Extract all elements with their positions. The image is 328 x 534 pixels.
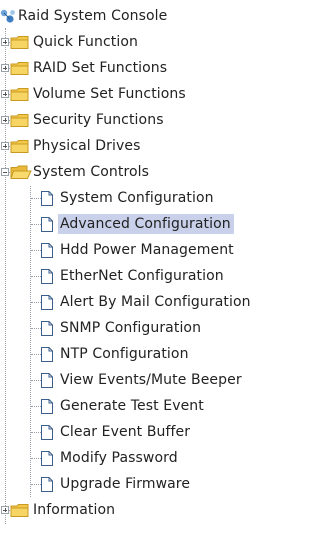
tree-item-label: Alert By Mail Configuration (60, 294, 251, 310)
folder-closed-icon (10, 62, 29, 75)
tree-item-label-selected: Advanced Configuration (58, 214, 234, 234)
folder-open-icon (10, 165, 32, 179)
tree-item-label: System Configuration (60, 190, 214, 206)
page-icon (41, 373, 53, 388)
page-icon (41, 217, 53, 232)
page-icon (41, 269, 53, 284)
tree-item-label: Clear Event Buffer (60, 424, 191, 440)
page-icon (41, 243, 53, 258)
tree-item-label: Hdd Power Management (60, 242, 234, 258)
page-icon (41, 399, 53, 414)
page-icon (41, 425, 53, 440)
tree-item-label: EtherNet Configuration (60, 268, 224, 284)
expand-plus-icon[interactable] (1, 116, 9, 124)
page-icon (41, 321, 53, 336)
folder-closed-icon (10, 114, 29, 127)
page-icon (41, 295, 53, 310)
tree-line-system-controls (30, 186, 31, 497)
tree-group-label: Volume Set Functions (33, 86, 186, 102)
folder-closed-icon (10, 36, 29, 49)
tree-root-label: Raid System Console (18, 8, 168, 24)
tree-line-root (5, 28, 6, 524)
folder-closed-icon (10, 504, 29, 517)
tree-group-label: Security Functions (33, 112, 164, 128)
tree-item-label: Upgrade Firmware (60, 476, 191, 492)
page-icon (41, 191, 53, 206)
expand-plus-icon[interactable] (1, 142, 9, 150)
expand-plus-icon[interactable] (1, 506, 9, 514)
tree-item-label: NTP Configuration (60, 346, 189, 362)
expand-plus-icon[interactable] (1, 38, 9, 46)
page-icon (41, 451, 53, 466)
tree-group-label: Quick Function (33, 34, 138, 50)
expand-plus-icon[interactable] (1, 90, 9, 98)
collapse-minus-icon[interactable] (1, 168, 9, 176)
tree-item-label: Modify Password (60, 450, 178, 466)
tree-item-label: View Events/Mute Beeper (60, 372, 242, 388)
tree-group-label: RAID Set Functions (33, 60, 168, 76)
page-icon (41, 347, 53, 362)
tree-group-label: Physical Drives (33, 138, 141, 154)
tree-item-label: Generate Test Event (60, 398, 204, 414)
page-icon (41, 477, 53, 492)
expand-plus-icon[interactable] (1, 64, 9, 72)
tree-group-label: Information (33, 502, 116, 518)
navigation-tree: Raid System Console Quick Function RAID … (0, 0, 328, 534)
network-icon (0, 9, 15, 23)
folder-closed-icon (10, 140, 29, 153)
folder-closed-icon (10, 88, 29, 101)
tree-group-label: System Controls (33, 164, 150, 180)
tree-item-label: SNMP Configuration (60, 320, 202, 336)
